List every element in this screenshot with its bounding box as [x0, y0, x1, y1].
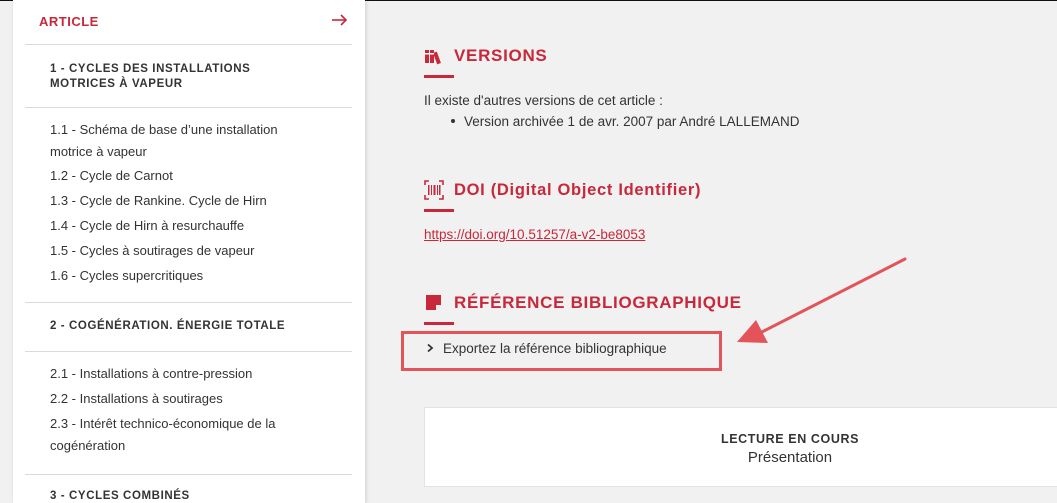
doi-title: DOI (Digital Object Identifier): [454, 180, 702, 199]
barcode-icon: [424, 180, 444, 200]
doi-heading: DOI (Digital Object Identifier): [424, 178, 701, 202]
toc-item-2-3[interactable]: 2.3 - Intérêt technico-économique de la …: [50, 413, 320, 457]
books-icon: [425, 50, 441, 65]
section-title-1[interactable]: 1 - CYCLES DES INSTALLATIONS MOTRICES À …: [50, 62, 300, 92]
toc-item-1-6[interactable]: 1.6 - Cycles supercritiques: [50, 265, 320, 287]
toc-item-1-3[interactable]: 1.3 - Cycle de Rankine. Cycle de Hirn: [50, 190, 320, 212]
toc-item-1-4[interactable]: 1.4 - Cycle de Hirn à resurchauffe: [50, 215, 320, 237]
bullet-dot: [451, 119, 455, 123]
sidebar-divider: [25, 302, 352, 303]
arrow-right-icon[interactable]: [331, 12, 349, 28]
heading-underline: [424, 75, 454, 78]
section-title-3[interactable]: 3 - CYCLES COMBINÉS: [50, 489, 300, 503]
toc-item-1-1[interactable]: 1.1 - Schéma de base d’une installation …: [50, 119, 320, 163]
reference-title: RÉFÉRENCE BIBLIOGRAPHIQUE: [454, 293, 742, 312]
sidebar-header[interactable]: ARTICLE: [13, 0, 365, 44]
toc-item-2-1[interactable]: 2.1 - Installations à contre-pression: [50, 363, 320, 385]
reference-heading: RÉFÉRENCE BIBLIOGRAPHIQUE: [424, 291, 742, 315]
heading-underline: [424, 322, 454, 325]
toc-item-1-5[interactable]: 1.5 - Cycles à soutirages de vapeur: [50, 240, 320, 262]
sidebar-divider: [25, 474, 352, 475]
reading-value: Présentation: [747, 449, 833, 466]
versions-title: VERSIONS: [454, 46, 548, 65]
sidebar-divider: [25, 44, 352, 45]
heading-underline: [424, 209, 454, 212]
article-sidebar: ARTICLE 1 - CYCLES DES INSTALLATIONS MOT…: [13, 0, 365, 503]
toc-item-1-2[interactable]: 1.2 - Cycle de Carnot: [50, 165, 320, 187]
reading-card: LECTURE EN COURS Présentation: [424, 407, 1057, 487]
sidebar-title: ARTICLE: [39, 14, 99, 29]
version-archive-item[interactable]: Version archivée 1 de avr. 2007 par Andr…: [464, 111, 799, 132]
annotation-highlight-box: [401, 331, 722, 371]
note-icon: [426, 295, 441, 310]
sidebar-divider: [25, 351, 352, 352]
reading-label: LECTURE EN COURS: [720, 432, 860, 446]
versions-heading: VERSIONS: [424, 44, 547, 68]
article-main: VERSIONS Il existe d'autres versions de …: [365, 0, 1057, 503]
section-title-2[interactable]: 2 - COGÉNÉRATION. ÉNERGIE TOTALE: [50, 319, 300, 334]
doi-link[interactable]: https://doi.org/10.51257/a-v2-be8053: [424, 227, 645, 242]
versions-intro: Il existe d'autres versions de cet artic…: [424, 93, 663, 108]
sidebar-divider: [25, 107, 352, 108]
toc-item-2-2[interactable]: 2.2 - Installations à soutirages: [50, 388, 320, 410]
